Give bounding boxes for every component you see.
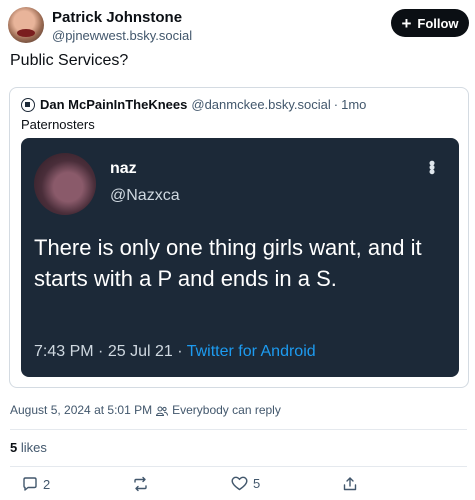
tweet-author-name: naz <box>110 160 137 177</box>
author-handle[interactable]: @pjnewwest.bsky.social <box>52 28 192 43</box>
quoted-author-name: Dan McPainInTheKnees <box>40 97 188 112</box>
like-button[interactable]: 5 <box>231 476 260 491</box>
tweet-author-avatar <box>34 153 96 215</box>
reply-setting[interactable]: Everybody can reply <box>172 403 281 417</box>
like-count: 5 <box>253 476 261 491</box>
repost-button[interactable] <box>132 476 149 492</box>
tweet-author-handle: @Nazxca <box>110 187 180 204</box>
quoted-post-text: Paternosters <box>21 117 95 132</box>
post-header: Patrick Johnstone @pjnewwest.bsky.social… <box>8 7 469 47</box>
reply-count: 2 <box>43 476 51 492</box>
follow-label: Follow <box>417 15 459 31</box>
reply-icon <box>23 477 37 491</box>
repost-icon <box>134 476 147 492</box>
follow-button[interactable]: + Follow <box>391 9 469 37</box>
quoted-post[interactable]: Dan McPainInTheKnees @danmckee.bsky.soci… <box>9 87 469 388</box>
author-avatar[interactable] <box>8 7 44 43</box>
separator-dot: · <box>333 97 339 112</box>
more-options-icon: ••• <box>422 160 442 173</box>
post-date: August 5, 2024 at 5:01 PM <box>10 403 153 417</box>
tweet-meta: 7:43 PM · 25 Jul 21 · Twitter for Androi… <box>34 343 316 361</box>
author-name[interactable]: Patrick Johnstone <box>52 9 182 26</box>
quoted-author-handle: @danmckee.bsky.social <box>191 97 331 112</box>
tweet-body: There is only one thing girls want, and … <box>34 235 422 291</box>
share-button[interactable] <box>342 476 358 492</box>
likes-summary[interactable]: 5 likes <box>10 440 47 455</box>
meta-separator: · <box>177 343 187 360</box>
embedded-tweet-image[interactable]: naz @Nazxca ••• There is only one thing … <box>21 138 459 377</box>
people-icon <box>156 405 169 416</box>
post-date-line: August 5, 2024 at 5:01 PM Everybody can … <box>10 403 281 417</box>
divider <box>10 429 467 430</box>
tweet-time: 7:43 PM <box>34 343 94 360</box>
plus-icon: + <box>401 13 412 33</box>
reply-button[interactable]: 2 <box>22 476 50 492</box>
tweet-source: Twitter for Android <box>186 343 316 360</box>
meta-separator: · <box>98 343 108 360</box>
quoted-post-header: Dan McPainInTheKnees @danmckee.bsky.soci… <box>21 97 366 112</box>
quoted-author-avatar <box>21 97 35 112</box>
tweet-date: 25 Jul 21 <box>107 343 173 360</box>
share-icon <box>343 477 357 491</box>
likes-count: 5 <box>10 440 18 455</box>
quoted-post-time: 1mo <box>341 97 367 112</box>
post-text: Public Services? <box>10 52 129 69</box>
likes-label: likes <box>20 440 47 455</box>
divider <box>10 466 467 467</box>
heart-icon <box>231 476 248 491</box>
action-bar: 2 5 <box>0 476 475 498</box>
